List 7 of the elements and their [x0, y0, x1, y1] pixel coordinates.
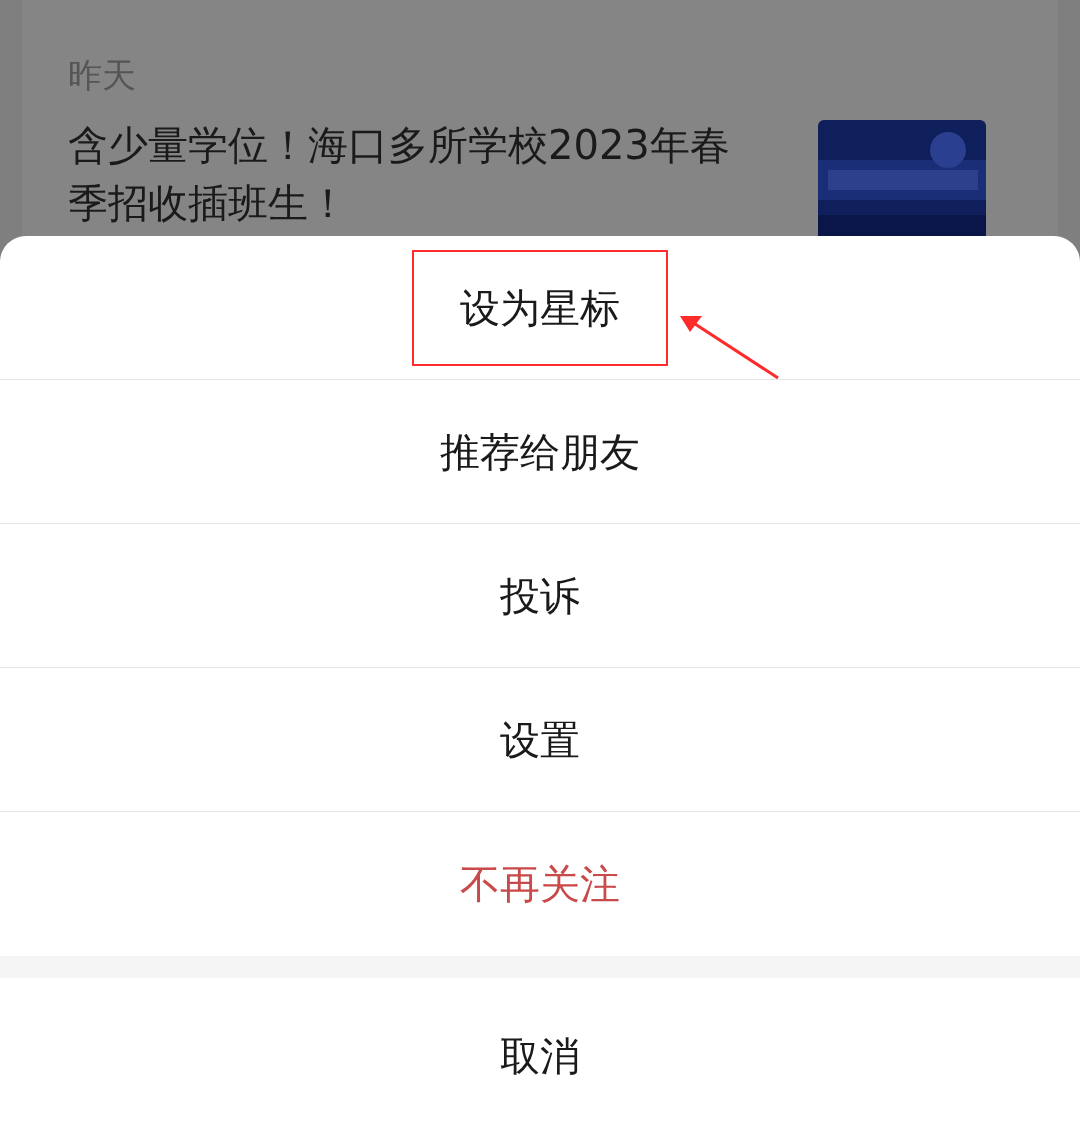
menu-item[interactable]: 投诉 [452, 537, 628, 654]
menu-item[interactable]: 设置 [452, 681, 628, 798]
cancel-button[interactable]: 取消 [460, 1006, 620, 1106]
menu-item[interactable]: 不再关注 [412, 826, 668, 942]
menu-item[interactable]: 设为星标 [412, 249, 668, 366]
menu-item[interactable]: 推荐给朋友 [392, 393, 688, 510]
article-headline: 含少量学位！海口多所学校2023年春季招收插班生！ [68, 121, 731, 228]
